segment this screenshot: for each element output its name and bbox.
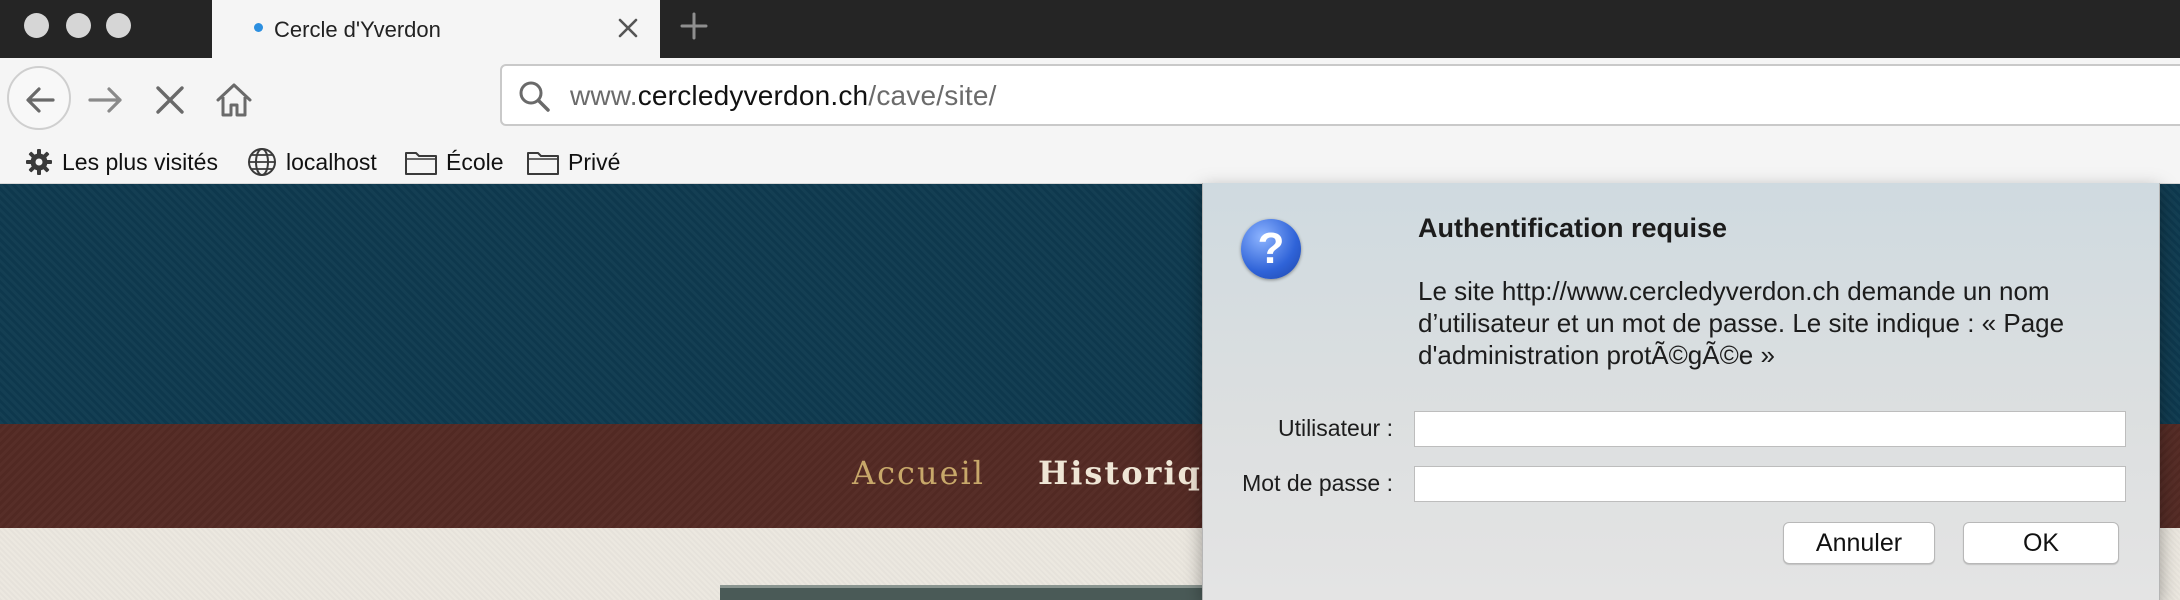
bookmark-label: École [446,148,504,175]
bookmark-folder-prive[interactable]: Privé [526,146,620,178]
back-button[interactable] [7,66,71,130]
bookmark-most-visited[interactable]: Les plus visités [24,146,218,178]
window-close-button[interactable] [24,13,49,38]
bookmark-label: localhost [286,148,377,175]
tab-loading-indicator [254,23,263,32]
forward-arrow-icon[interactable] [86,80,126,120]
bookmark-label: Privé [568,148,621,175]
new-tab-icon[interactable] [678,10,710,42]
password-field[interactable] [1414,466,2126,502]
site-menu-accueil[interactable]: Accueil [852,454,985,492]
site-photo [720,585,1220,600]
window-minimize-button[interactable] [66,13,91,38]
url-path: /cave/site/ [868,80,997,111]
bookmark-folder-ecole[interactable]: École [404,146,504,178]
tab-close-icon[interactable] [616,16,640,40]
search-icon [519,81,550,112]
bookmark-localhost[interactable]: localhost [246,146,377,178]
stop-loading-icon[interactable] [150,80,190,120]
auth-dialog: ? Authentification requise Le site http:… [1202,183,2160,600]
username-field[interactable] [1414,411,2126,447]
password-label: Mot de passe : [1242,470,1393,496]
home-icon[interactable] [212,78,256,122]
bookmark-label: Les plus visités [62,148,218,175]
url-domain: cercledyverdon.ch [637,80,869,111]
bookmarks-toolbar: Les plus visités localhost École Privé [0,140,2180,184]
globe-icon [248,148,276,176]
tab-strip: Cercle d'Yverdon [0,0,2180,58]
url-prefix: www. [570,80,638,111]
gear-icon [26,149,52,175]
ok-button[interactable]: OK [1963,522,2119,564]
tab-active[interactable]: Cercle d'Yverdon [212,0,660,58]
arrow-left-icon [26,87,55,113]
username-label: Utilisateur : [1277,415,1393,441]
dialog-message: Le site http://www.cercledyverdon.ch dem… [1418,276,2065,370]
navigation-toolbar: www.cercledyverdon.ch/cave/site/ [0,58,2180,140]
tab-title: Cercle d'Yverdon [274,17,441,42]
folder-icon [405,152,437,175]
address-bar[interactable]: www.cercledyverdon.ch/cave/site/ [500,64,2180,126]
cancel-button[interactable]: Annuler [1783,522,1935,564]
question-icon: ? [1241,219,1301,279]
site-menu-historique[interactable]: Historiqu [1038,454,1227,492]
folder-icon [527,152,559,175]
url-text: www.cercledyverdon.ch/cave/site/ [570,80,997,112]
window-zoom-button[interactable] [106,13,131,38]
dialog-title: Authentification requise [1418,213,1728,243]
